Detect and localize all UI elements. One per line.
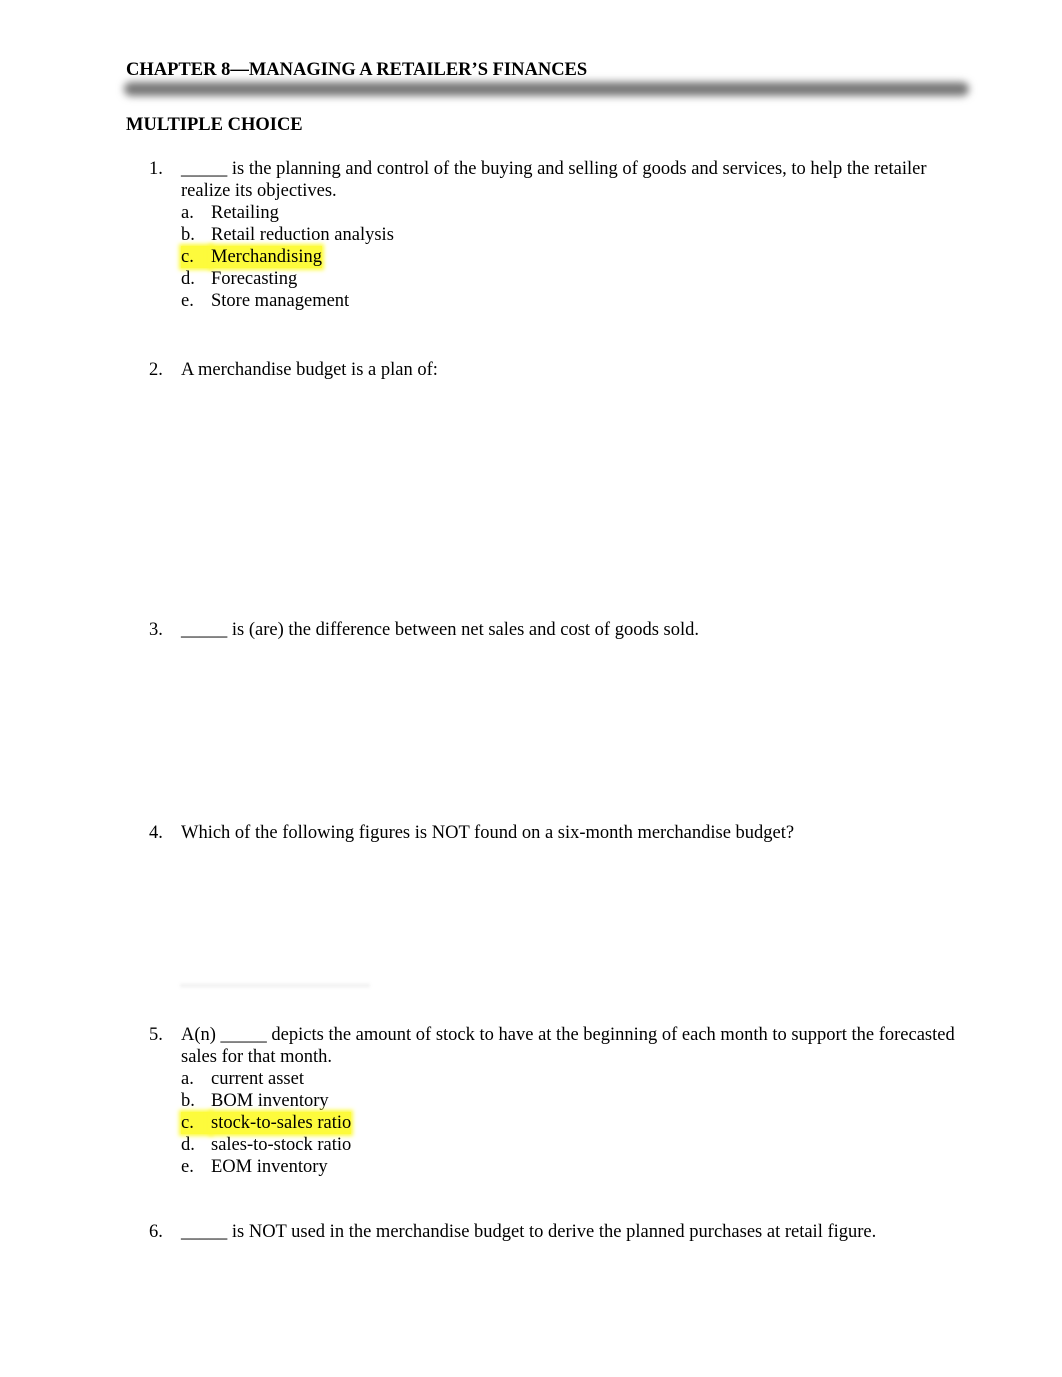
options-list: a. Retailing b. Retail reduction analysi…: [181, 202, 969, 312]
question-5: 5. A(n) _____ depicts the amount of stoc…: [149, 1025, 969, 1178]
chapter-title: CHAPTER 8—MANAGING A RETAILER’S FINANCES: [126, 60, 588, 80]
option-letter: b.: [181, 1091, 195, 1111]
question-number: 3.: [149, 620, 163, 640]
question-number: 5.: [149, 1025, 163, 1045]
question-stem: A merchandise budget is a plan of:: [181, 360, 438, 380]
option-text: sales-to-stock ratio: [211, 1135, 352, 1155]
question-4: 4. Which of the following figures is NOT…: [149, 823, 969, 845]
question-stem: A(n) _____ depicts the amount of stock t…: [181, 1025, 955, 1067]
option: a. Retailing: [181, 202, 969, 224]
question-6: 6. _____ is NOT used in the merchandise …: [149, 1222, 969, 1244]
option-text: EOM inventory: [211, 1157, 328, 1177]
section-heading: MULTIPLE CHOICE: [126, 115, 303, 135]
question-stem: _____ is (are) the difference between ne…: [181, 620, 700, 640]
question-number: 6.: [149, 1222, 163, 1242]
option-letter: a.: [181, 203, 194, 223]
option-letter: c.: [181, 1112, 211, 1134]
option-text: BOM inventory: [211, 1091, 329, 1111]
option-letter: b.: [181, 225, 195, 245]
option: c. stock-to-sales ratio: [181, 1112, 969, 1134]
option-letter: c.: [181, 246, 211, 268]
option-text: stock-to-sales ratio: [211, 1112, 352, 1134]
option: c. Merchandising: [181, 246, 969, 268]
option: e. EOM inventory: [181, 1156, 969, 1178]
options-list: a. current asset b. BOM inventory c. sto…: [181, 1068, 969, 1178]
option-letter: d.: [181, 1135, 195, 1155]
title-divider: [124, 82, 969, 96]
option: e. Store management: [181, 290, 969, 312]
question-number: 1.: [149, 159, 163, 179]
question-stem: Which of the following figures is NOT fo…: [181, 823, 795, 843]
option-text: Forecasting: [211, 269, 298, 289]
question-number: 4.: [149, 823, 163, 843]
question-stem: _____ is NOT used in the merchandise bud…: [181, 1222, 877, 1242]
option-text: Retail reduction analysis: [211, 225, 394, 245]
question-2: 2. A merchandise budget is a plan of:: [149, 360, 969, 382]
option: d. sales-to-stock ratio: [181, 1134, 969, 1156]
option-letter: e.: [181, 1157, 194, 1177]
option-text: Merchandising: [211, 246, 322, 268]
option: b. Retail reduction analysis: [181, 224, 969, 246]
question-3: 3. _____ is (are) the difference between…: [149, 620, 969, 642]
question-stem: _____ is the planning and control of the…: [181, 159, 927, 201]
option-text: Store management: [211, 291, 350, 311]
option-letter: d.: [181, 269, 195, 289]
faint-line: [180, 984, 370, 987]
question-number: 2.: [149, 360, 163, 380]
option: b. BOM inventory: [181, 1090, 969, 1112]
option-text: current asset: [211, 1069, 304, 1089]
option: d. Forecasting: [181, 268, 969, 290]
option-text: Retailing: [211, 203, 279, 223]
option-letter: e.: [181, 291, 194, 311]
option: a. current asset: [181, 1068, 969, 1090]
option-letter: a.: [181, 1069, 194, 1089]
question-1: 1. _____ is the planning and control of …: [149, 159, 969, 312]
